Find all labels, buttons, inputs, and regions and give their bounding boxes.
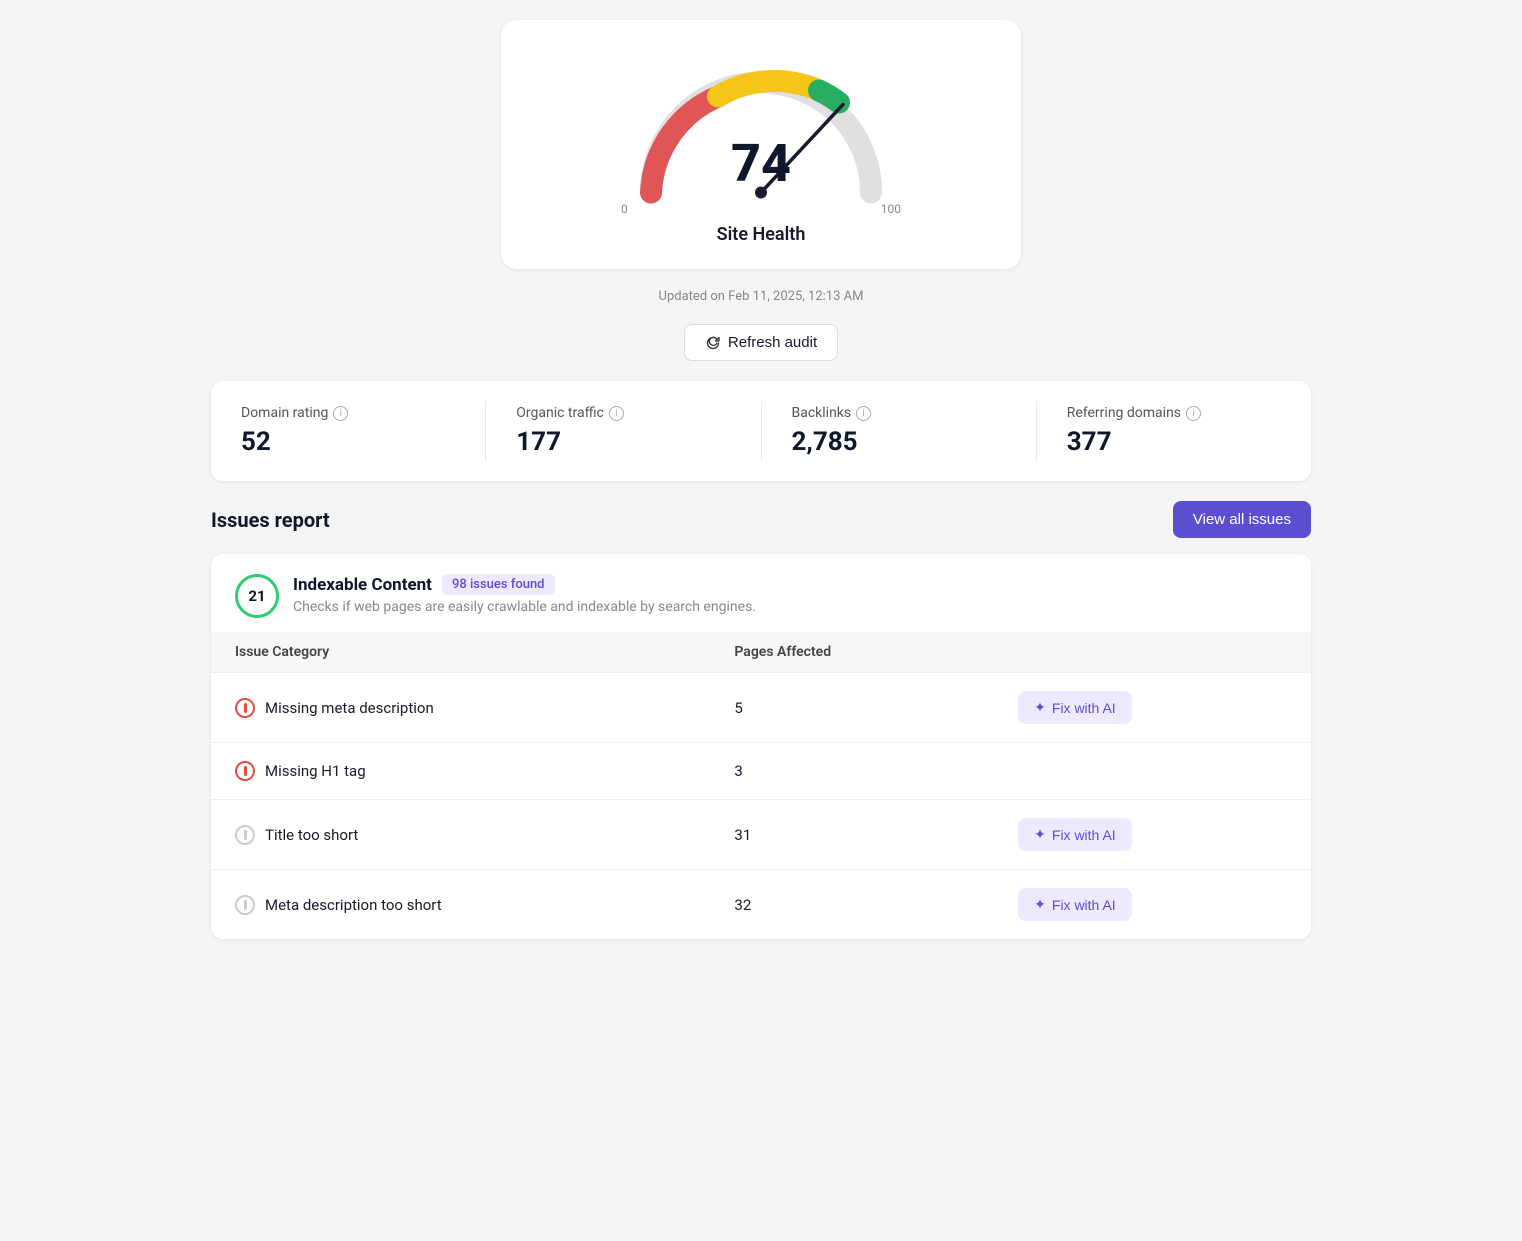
indexable-title-row: Indexable Content 98 issues found [293, 574, 756, 595]
pages-affected-cell: 32 [710, 870, 994, 940]
issues-found-badge: 98 issues found [442, 574, 555, 595]
pages-affected-cell: 31 [710, 800, 994, 870]
indexable-badge: 21 [235, 574, 279, 618]
fix-button-label: Fix with AI [1052, 827, 1116, 843]
stat-domain-rating: Domain rating i 52 [211, 401, 486, 461]
issues-section: Issues report View all issues 21 Indexab… [211, 501, 1311, 939]
issues-header: Issues report View all issues [211, 501, 1311, 538]
issues-table: Issue Category Pages Affected Missing me… [211, 632, 1311, 939]
issues-section-title: Issues report [211, 508, 330, 532]
issue-name: Meta description too short [265, 896, 442, 914]
action-cell: ✦ Fix with AI [994, 673, 1311, 743]
issue-name-cell: Missing meta description [235, 698, 686, 718]
refresh-audit-button[interactable]: Refresh audit [684, 324, 838, 361]
backlinks-info-icon[interactable]: i [856, 406, 871, 421]
gauge-title: Site Health [717, 224, 806, 245]
col-pages-affected: Pages Affected [710, 632, 994, 673]
fix-button-label: Fix with AI [1052, 897, 1116, 913]
organic-traffic-label: Organic traffic [516, 405, 604, 421]
backlinks-label: Backlinks [792, 405, 852, 421]
warning-icon [235, 895, 255, 915]
stat-organic-traffic: Organic traffic i 177 [486, 401, 761, 461]
table-row: Title too short 31 ✦ Fix with AI [211, 800, 1311, 870]
gauge-score: 74 [731, 138, 791, 190]
table-row: Meta description too short 32 ✦ Fix with… [211, 870, 1311, 940]
referring-domains-info-icon[interactable]: i [1186, 406, 1201, 421]
domain-rating-info-icon[interactable]: i [333, 406, 348, 421]
referring-domains-label: Referring domains [1067, 405, 1181, 421]
issue-name-cell: Meta description too short [235, 895, 686, 915]
action-cell [994, 743, 1311, 800]
pages-affected-cell: 3 [710, 743, 994, 800]
indexable-title: Indexable Content [293, 575, 432, 595]
col-action [994, 632, 1311, 673]
issue-name-cell: Title too short [235, 825, 686, 845]
domain-rating-value: 52 [241, 427, 455, 457]
refresh-button-label: Refresh audit [728, 334, 817, 351]
stat-referring-domains: Referring domains i 377 [1037, 401, 1311, 461]
gauge-card: 74 0 100 Site Health [501, 20, 1021, 269]
error-icon [235, 761, 255, 781]
issue-name: Missing meta description [265, 699, 434, 717]
col-issue-category: Issue Category [211, 632, 710, 673]
issue-name-cell: Missing H1 tag [235, 761, 686, 781]
ai-fix-icon: ✦ [1034, 826, 1046, 843]
domain-rating-label: Domain rating [241, 405, 328, 421]
table-row: Missing meta description 5 ✦ Fix with AI [211, 673, 1311, 743]
warning-icon [235, 825, 255, 845]
action-cell: ✦ Fix with AI [994, 870, 1311, 940]
gauge-wrapper: 74 [621, 50, 901, 200]
fix-with-ai-button[interactable]: ✦ Fix with AI [1018, 818, 1132, 851]
indexable-description: Checks if web pages are easily crawlable… [293, 599, 756, 615]
issue-name: Missing H1 tag [265, 762, 366, 780]
fix-with-ai-button[interactable]: ✦ Fix with AI [1018, 691, 1132, 724]
action-cell: ✦ Fix with AI [994, 800, 1311, 870]
refresh-icon [705, 335, 721, 351]
table-row: Missing H1 tag 3 [211, 743, 1311, 800]
updated-text: Updated on Feb 11, 2025, 12:13 AM [659, 289, 864, 304]
indexable-header: 21 Indexable Content 98 issues found Che… [211, 554, 1311, 632]
stat-backlinks: Backlinks i 2,785 [762, 401, 1037, 461]
fix-with-ai-button[interactable]: ✦ Fix with AI [1018, 888, 1132, 921]
referring-domains-value: 377 [1067, 427, 1281, 457]
view-all-issues-button[interactable]: View all issues [1173, 501, 1311, 538]
pages-affected-cell: 5 [710, 673, 994, 743]
ai-fix-icon: ✦ [1034, 699, 1046, 716]
backlinks-value: 2,785 [792, 427, 1006, 457]
indexable-content-card: 21 Indexable Content 98 issues found Che… [211, 554, 1311, 939]
organic-traffic-info-icon[interactable]: i [609, 406, 624, 421]
organic-traffic-value: 177 [516, 427, 730, 457]
issue-name: Title too short [265, 826, 358, 844]
stats-row: Domain rating i 52 Organic traffic i 177… [211, 381, 1311, 481]
fix-button-label: Fix with AI [1052, 700, 1116, 716]
indexable-info: Indexable Content 98 issues found Checks… [293, 574, 756, 615]
error-icon [235, 698, 255, 718]
ai-fix-icon: ✦ [1034, 896, 1046, 913]
